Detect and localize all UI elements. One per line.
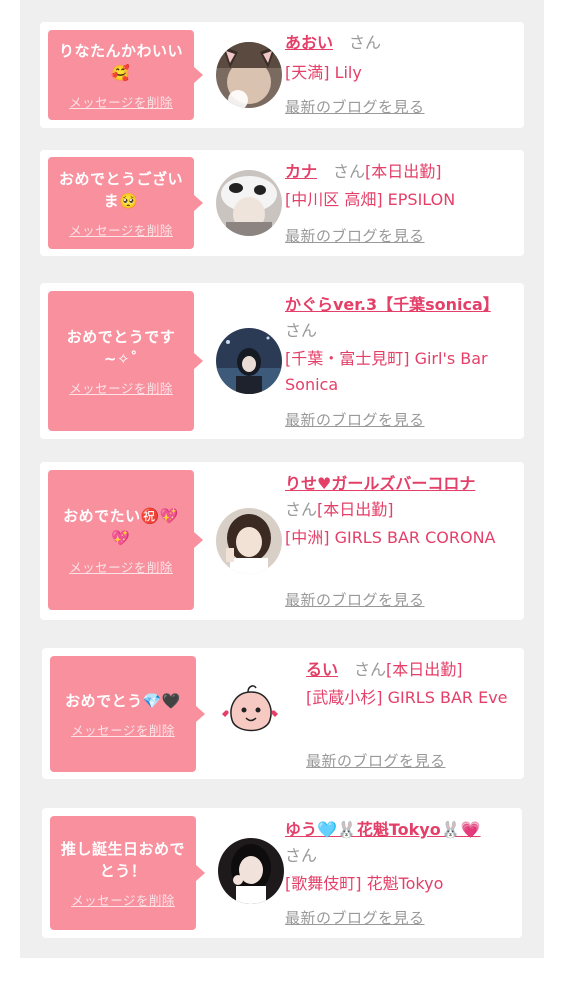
avatar[interactable] xyxy=(216,42,282,108)
portrait-avatar-icon xyxy=(216,508,282,574)
message-bubble: りなたんかわいい🥰 メッセージを削除 xyxy=(48,30,203,120)
user-name-link[interactable]: りせ♥ガールズバーコロナ xyxy=(285,474,475,493)
message-bubble: 推し誕生日おめでとう！ メッセージを削除 xyxy=(50,816,205,930)
message-text: おめでとうございま🥺 xyxy=(58,169,183,210)
message-bubble: おめでたい㊗️💖💖 メッセージを削除 xyxy=(48,470,203,610)
delete-message-link[interactable]: メッセージを削除 xyxy=(69,92,173,111)
delete-message-link[interactable]: メッセージを削除 xyxy=(69,220,173,239)
delete-message-link[interactable]: メッセージを削除 xyxy=(71,720,175,739)
latest-blog-link[interactable]: 最新のブログを見る xyxy=(285,589,425,610)
message-text: 推し誕生日おめでとう！ xyxy=(60,839,185,880)
attendance-status: [本日出勤] xyxy=(317,500,394,519)
latest-blog-link[interactable]: 最新のブログを見る xyxy=(285,96,425,117)
user-info: ゆう🩵🐰花魁Tokyo🐰💗 さん [歌舞伎町] 花魁Tokyo xyxy=(285,817,507,897)
shop-label: [武蔵小杉] GIRLS BAR Eve xyxy=(306,688,508,707)
shop-label: [天満] Lily xyxy=(285,63,362,82)
honorific: さん xyxy=(285,321,318,340)
message-text: りなたんかわいい🥰 xyxy=(58,41,183,82)
message-text: おめでとうです~✧˚ xyxy=(66,327,176,368)
delete-message-link[interactable]: メッセージを削除 xyxy=(69,378,173,397)
user-info: るい さん[本日出勤] [武蔵小杉] GIRLS BAR Eve xyxy=(306,657,528,711)
shop-label: [千葉・富士見町] Girl's Bar Sonica xyxy=(285,349,488,394)
delete-message-link[interactable]: メッセージを削除 xyxy=(71,890,175,909)
user-info: あおい さん [天満] Lily xyxy=(285,30,507,86)
peach-character-avatar-icon xyxy=(218,680,284,746)
message-bubble: おめでとう💎🖤 メッセージを削除 xyxy=(50,656,205,772)
user-info: カナ さん[本日出勤] [中川区 高畑] EPSILON xyxy=(285,159,507,213)
shop-label: [中洲] GIRLS BAR CORONA xyxy=(285,528,496,547)
cat-ear-avatar-icon xyxy=(216,42,282,108)
latest-blog-link[interactable]: 最新のブログを見る xyxy=(285,409,425,430)
latest-blog-link[interactable]: 最新のブログを見る xyxy=(306,750,446,771)
message-bubble: おめでとうです~✧˚ メッセージを削除 xyxy=(48,291,203,431)
honorific: さん xyxy=(285,500,318,519)
message-text: おめでたい㊗️💖💖 xyxy=(63,506,179,547)
latest-blog-link[interactable]: 最新のブログを見る xyxy=(285,225,425,246)
delete-message-link[interactable]: メッセージを削除 xyxy=(69,557,173,576)
attendance-status: [本日出勤] xyxy=(386,660,463,679)
user-name-link[interactable]: カナ xyxy=(285,162,317,181)
avatar[interactable] xyxy=(216,508,282,574)
night-photo-avatar-icon xyxy=(216,328,282,394)
attendance-status: [本日出勤] xyxy=(365,162,442,181)
user-name-link[interactable]: るい xyxy=(306,660,338,679)
message-text: おめでとう💎🖤 xyxy=(65,691,181,710)
latest-blog-link[interactable]: 最新のブログを見る xyxy=(285,907,425,928)
avatar[interactable] xyxy=(218,838,284,904)
shop-label: [歌舞伎町] 花魁Tokyo xyxy=(285,874,444,893)
cow-hat-avatar-icon xyxy=(216,170,282,236)
user-name-link[interactable]: かぐらver.3【千葉sonica】 xyxy=(285,295,491,314)
message-bubble: おめでとうございま🥺 メッセージを削除 xyxy=(48,157,203,249)
avatar[interactable] xyxy=(216,170,282,236)
user-info: かぐらver.3【千葉sonica】 さん [千葉・富士見町] Girl's B… xyxy=(285,292,507,398)
user-info: りせ♥ガールズバーコロナ さん[本日出勤] [中洲] GIRLS BAR COR… xyxy=(285,471,507,551)
user-name-link[interactable]: ゆう🩵🐰花魁Tokyo🐰💗 xyxy=(285,820,481,839)
portrait-avatar-dark-icon xyxy=(218,838,284,904)
user-name-link[interactable]: あおい xyxy=(285,33,333,52)
honorific: さん xyxy=(354,660,387,679)
honorific: さん xyxy=(333,162,366,181)
honorific: さん xyxy=(285,846,318,865)
honorific: さん xyxy=(349,33,382,52)
avatar[interactable] xyxy=(216,328,282,394)
shop-label: [中川区 高畑] EPSILON xyxy=(285,190,456,209)
avatar[interactable] xyxy=(218,680,284,746)
